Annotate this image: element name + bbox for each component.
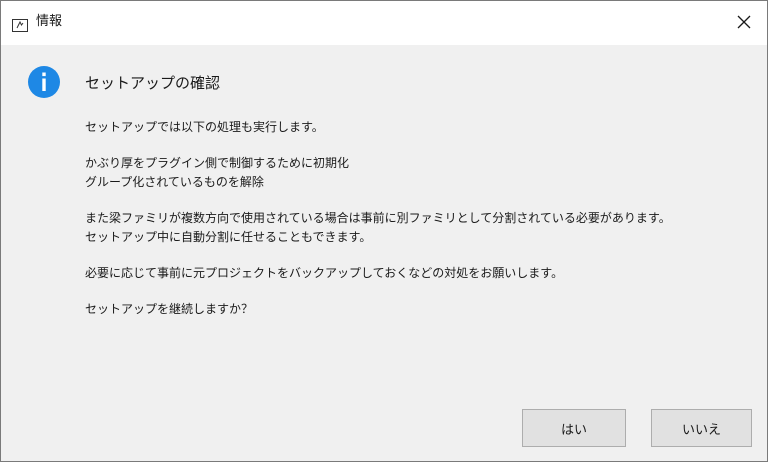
yes-button[interactable]: はい — [522, 409, 626, 447]
info-icon — [27, 65, 61, 99]
dialog-message: セットアップでは以下の処理も実行します。 かぶり厚をプラグイン側で制御するために… — [85, 118, 745, 319]
close-button[interactable] — [721, 1, 767, 45]
app-icon — [12, 17, 28, 32]
title-bar: 情報 — [1, 1, 767, 45]
close-icon — [737, 14, 751, 33]
message-line: 必要に応じて事前に元プロジェクトをバックアップしておくなどの対処をお願いします。 — [85, 266, 564, 280]
dialog-content: セットアップの確認 セットアップでは以下の処理も実行します。 かぶり厚をプラグイ… — [1, 45, 767, 461]
message-line: セットアップを継続しますか？ — [85, 302, 254, 316]
dialog-window: 情報 セットアップの確認 セットアップでは以下の処理も実行します。 かぶり厚をプ… — [0, 0, 768, 462]
no-button[interactable]: いいえ — [651, 409, 752, 447]
message-line: セットアップでは以下の処理も実行します。 — [85, 120, 324, 134]
window-title: 情報 — [36, 14, 63, 29]
message-line: また梁ファミリが複数方向で使用されている場合は事前に別ファミリとして分割されてい… — [85, 211, 671, 225]
dialog-heading: セットアップの確認 — [85, 74, 221, 92]
message-line: かぶり厚をプラグイン側で制御するために初期化 — [85, 156, 350, 170]
message-line: セットアップ中に自動分割に任せることもできます。 — [85, 230, 372, 244]
message-line: グループ化されているものを解除 — [85, 175, 264, 189]
